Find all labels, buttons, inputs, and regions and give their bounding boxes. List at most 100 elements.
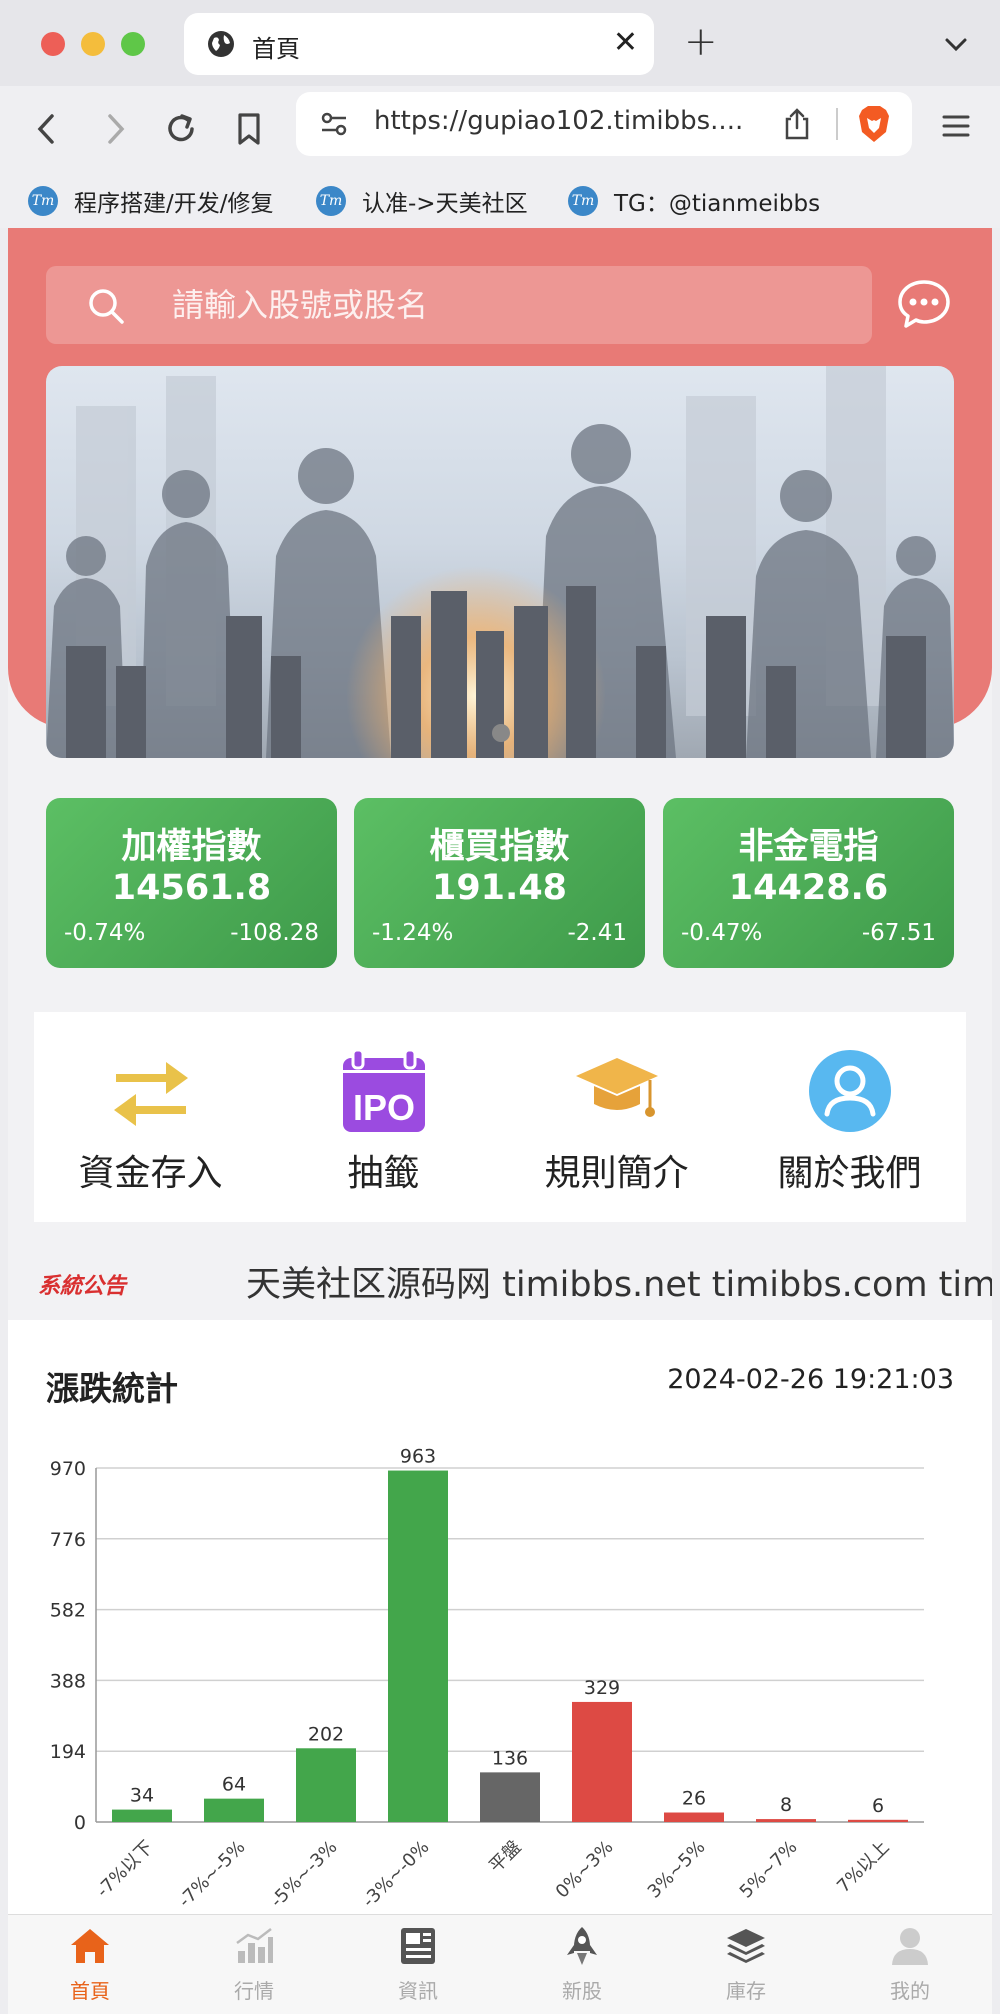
bookmark-item[interactable]: Tm 程序搭建/开发/修复 xyxy=(28,174,274,228)
bookmark-item[interactable]: Tm TG：@tianmeibbs xyxy=(568,174,820,228)
site-settings-icon[interactable] xyxy=(318,108,350,140)
index-card[interactable]: 加權指數 14561.8 -0.74% -108.28 xyxy=(46,798,337,968)
y-tick-label: 776 xyxy=(50,1529,86,1551)
bookmark-item[interactable]: Tm 认准->天美社区 xyxy=(316,174,528,228)
index-name: 櫃買指數 xyxy=(429,827,570,867)
y-tick-label: 388 xyxy=(50,1670,86,1692)
banner-carousel[interactable] xyxy=(46,366,954,758)
bar-value-label: 34 xyxy=(130,1785,154,1807)
tab-title: 首頁 xyxy=(252,35,300,63)
index-cards: 加權指數 14561.8 -0.74% -108.28 櫃買指數 191.48 … xyxy=(46,798,954,968)
close-tab-icon[interactable]: ✕ xyxy=(613,25,638,61)
x-tick-label: 平盤 xyxy=(485,1837,525,1877)
bookmark-label: 认准->天美社区 xyxy=(362,191,528,217)
chevron-down-icon[interactable] xyxy=(942,30,970,58)
index-card[interactable]: 非金電指 14428.6 -0.47% -67.51 xyxy=(663,798,954,968)
y-tick-label: 970 xyxy=(50,1458,86,1480)
bar-value-label: 136 xyxy=(492,1747,528,1769)
nav-label: 行情 xyxy=(234,1979,274,2003)
bookmark-label: TG：@tianmeibbs xyxy=(614,191,821,217)
new-tab-icon[interactable]: + xyxy=(684,20,718,64)
brave-shield-icon[interactable] xyxy=(856,104,892,144)
rocket-icon xyxy=(567,1927,597,1965)
browser-tab[interactable]: 首頁 ✕ xyxy=(184,13,654,75)
browser-nav-bar: https://gupiao102.timibbs.... xyxy=(0,86,1000,174)
nav-tab-inventory[interactable]: 庫存 xyxy=(664,1915,828,2014)
index-change: -67.51 xyxy=(861,920,936,946)
search-icon xyxy=(89,289,124,324)
index-percent: -1.24% xyxy=(372,920,454,946)
globe-icon xyxy=(208,31,234,57)
ipo-calendar-icon: IPO xyxy=(343,1048,425,1132)
menu-label: 規則簡介 xyxy=(544,1153,689,1194)
address-bar[interactable]: https://gupiao102.timibbs.... xyxy=(296,92,912,156)
chart-bar xyxy=(204,1798,264,1822)
chart-bar xyxy=(572,1701,632,1822)
window-close-button[interactable] xyxy=(41,32,65,56)
x-tick-label: -7%以下 xyxy=(92,1837,157,1902)
window-minimize-button[interactable] xyxy=(81,32,105,56)
chart-bar xyxy=(480,1772,540,1822)
graduation-cap-icon xyxy=(576,1058,658,1117)
x-tick-label: -3%~-0% xyxy=(358,1837,433,1912)
svg-text:IPO: IPO xyxy=(353,1087,415,1128)
bookmark-icon[interactable] xyxy=(228,108,270,150)
y-tick-label: 0 xyxy=(74,1812,86,1834)
bottom-navigation: 首頁 行情 資訊 新股 庫存 我的 xyxy=(8,1914,992,2014)
bar-value-label: 26 xyxy=(682,1788,706,1810)
url-text[interactable]: https://gupiao102.timibbs.... xyxy=(374,106,774,136)
nav-tab-news[interactable]: 資訊 xyxy=(336,1915,500,2014)
bookmark-favicon-icon: Tm xyxy=(28,186,58,216)
index-change: -2.41 xyxy=(567,920,627,946)
bar-chart-icon xyxy=(236,1928,273,1963)
chat-bubble-icon[interactable] xyxy=(896,278,952,330)
x-tick-label: -7%~-5% xyxy=(174,1837,249,1912)
bar-value-label: 202 xyxy=(308,1723,344,1745)
bookmark-label: 程序搭建/开发/修复 xyxy=(74,191,274,217)
index-card[interactable]: 櫃買指數 191.48 -1.24% -2.41 xyxy=(354,798,645,968)
nav-tab-new-stocks[interactable]: 新股 xyxy=(500,1915,664,2014)
quick-menu: 資金存入 IPO 抽籤 規則簡介 關於我們 xyxy=(34,1012,966,1222)
menu-item-deposit[interactable]: 資金存入 xyxy=(34,1012,267,1222)
business-people-skyline-image xyxy=(46,366,954,758)
nav-label: 我的 xyxy=(890,1979,930,2003)
carousel-indicator-dot[interactable] xyxy=(492,724,510,742)
search-box[interactable] xyxy=(46,266,872,344)
bar-value-label: 8 xyxy=(780,1794,792,1816)
index-percent: -0.47% xyxy=(681,920,763,946)
chart-bar xyxy=(112,1809,172,1822)
share-icon[interactable] xyxy=(780,106,814,142)
user-icon xyxy=(892,1928,928,1965)
nav-label: 庫存 xyxy=(726,1979,766,2003)
nav-label: 新股 xyxy=(562,1979,602,2003)
home-icon xyxy=(71,1929,109,1963)
menu-item-rules[interactable]: 規則簡介 xyxy=(500,1012,733,1222)
index-value: 191.48 xyxy=(431,868,568,908)
index-name: 非金電指 xyxy=(738,827,879,867)
forward-icon[interactable] xyxy=(94,108,136,150)
search-input[interactable] xyxy=(172,266,852,344)
index-name: 加權指數 xyxy=(121,827,262,867)
announcement-bar[interactable]: 系統公告 天美社区源码网 timibbs.net timibbs.com tim… xyxy=(8,1238,992,1330)
menu-label: 關於我們 xyxy=(777,1153,922,1194)
nav-tab-market[interactable]: 行情 xyxy=(172,1915,336,2014)
back-icon[interactable] xyxy=(26,108,68,150)
address-bar-divider xyxy=(836,108,838,140)
x-tick-label: -5%~-3% xyxy=(266,1837,341,1912)
x-tick-label: 7%以上 xyxy=(833,1837,894,1898)
x-tick-label: 5%~7% xyxy=(736,1837,802,1903)
index-percent: -0.74% xyxy=(64,920,146,946)
rise-fall-bar-chart: 0 194 388 582 776 970 34 -7%以下 64 -7%~-5% 202 -5%~-… xyxy=(50,1446,924,1912)
browser-tab-bar: 首頁 ✕ + xyxy=(0,0,1000,86)
window-maximize-button[interactable] xyxy=(121,32,145,56)
nav-tab-home[interactable]: 首頁 xyxy=(8,1915,172,2014)
menu-item-about-us[interactable]: 關於我們 xyxy=(733,1012,966,1222)
menu-item-ipo-lottery[interactable]: IPO 抽籤 xyxy=(267,1012,500,1222)
menu-label: 抽籤 xyxy=(347,1153,420,1194)
nav-tab-profile[interactable]: 我的 xyxy=(828,1915,992,2014)
chart-bar xyxy=(664,1812,724,1822)
bar-value-label: 329 xyxy=(584,1677,620,1699)
hamburger-menu-icon[interactable] xyxy=(938,108,974,144)
reload-icon[interactable] xyxy=(160,108,202,150)
announcement-text: 天美社区源码网 timibbs.net timibbs.com timibbs.… xyxy=(246,1265,992,1305)
